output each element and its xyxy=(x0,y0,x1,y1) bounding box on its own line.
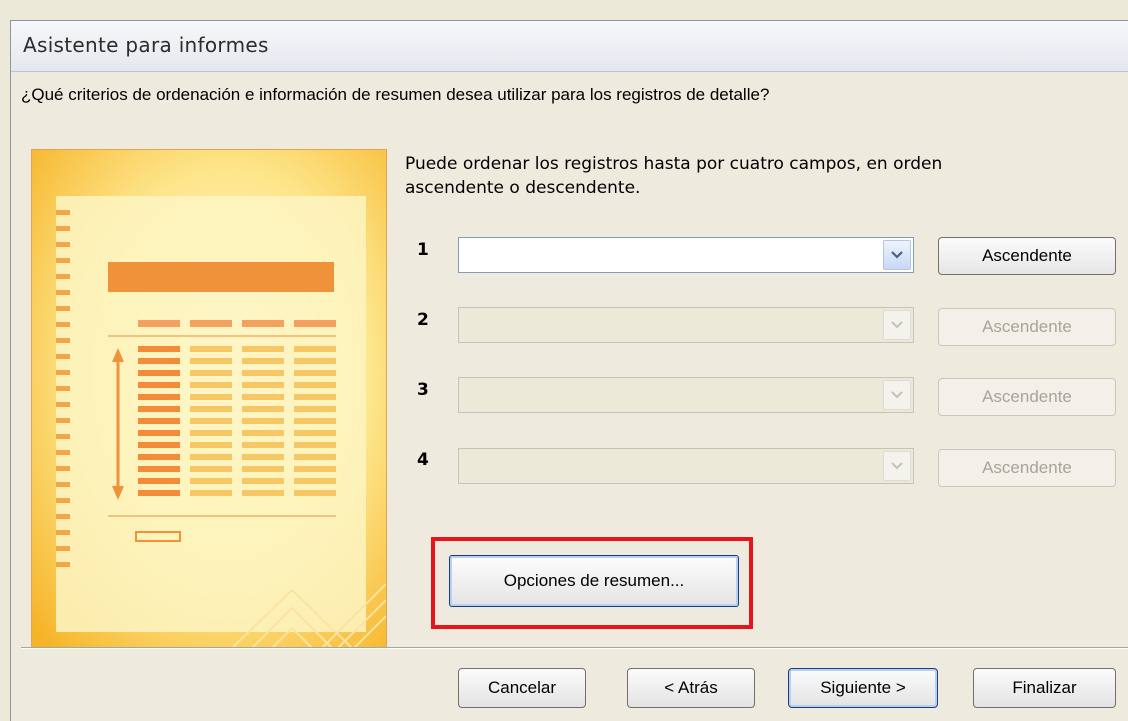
sort-order-2-button[interactable]: Ascendente xyxy=(938,308,1116,346)
summary-options-label: Opciones de resumen... xyxy=(503,571,685,590)
sort-field-3-combo[interactable] xyxy=(458,377,914,413)
sort-field-2-combo[interactable] xyxy=(458,307,914,343)
sort-field-4-dropdown-button[interactable] xyxy=(883,451,911,481)
sort-number-2: 2 xyxy=(417,310,429,330)
sort-field-4-combo[interactable] xyxy=(458,448,914,484)
sort-field-2-dropdown-button[interactable] xyxy=(883,310,911,340)
sort-number-1: 1 xyxy=(417,240,429,260)
cancel-button[interactable]: Cancelar xyxy=(458,668,586,708)
title-bar: Asistente para informes xyxy=(11,21,1128,72)
footer-separator xyxy=(21,647,1128,649)
report-wizard-illustration xyxy=(31,149,387,649)
sort-field-1-dropdown-button[interactable] xyxy=(883,240,911,270)
finish-button[interactable]: Finalizar xyxy=(973,668,1116,708)
wizard-question: ¿Qué criterios de ordenación e informaci… xyxy=(21,85,770,104)
chevron-down-icon xyxy=(891,251,903,259)
sort-order-4-button[interactable]: Ascendente xyxy=(938,449,1116,487)
report-illustration-graphic xyxy=(32,150,387,649)
sort-order-1-button[interactable]: Ascendente xyxy=(938,237,1116,275)
next-button[interactable]: Siguiente > xyxy=(788,668,938,708)
sort-number-3: 3 xyxy=(417,380,429,400)
chevron-down-icon xyxy=(891,391,903,399)
sort-order-3-button[interactable]: Ascendente xyxy=(938,378,1116,416)
chevron-down-icon xyxy=(891,321,903,329)
sort-number-4: 4 xyxy=(417,450,429,470)
back-button[interactable]: < Atrás xyxy=(627,668,755,708)
report-wizard-dialog: Asistente para informes ¿Qué criterios d… xyxy=(10,20,1128,721)
sort-instructions: Puede ordenar los registros hasta por cu… xyxy=(405,154,943,198)
window-title: Asistente para informes xyxy=(23,33,269,57)
sort-field-1-combo[interactable] xyxy=(458,237,914,273)
chevron-down-icon xyxy=(891,462,903,470)
sort-field-3-dropdown-button[interactable] xyxy=(883,380,911,410)
summary-options-button[interactable]: Opciones de resumen... xyxy=(449,555,739,607)
